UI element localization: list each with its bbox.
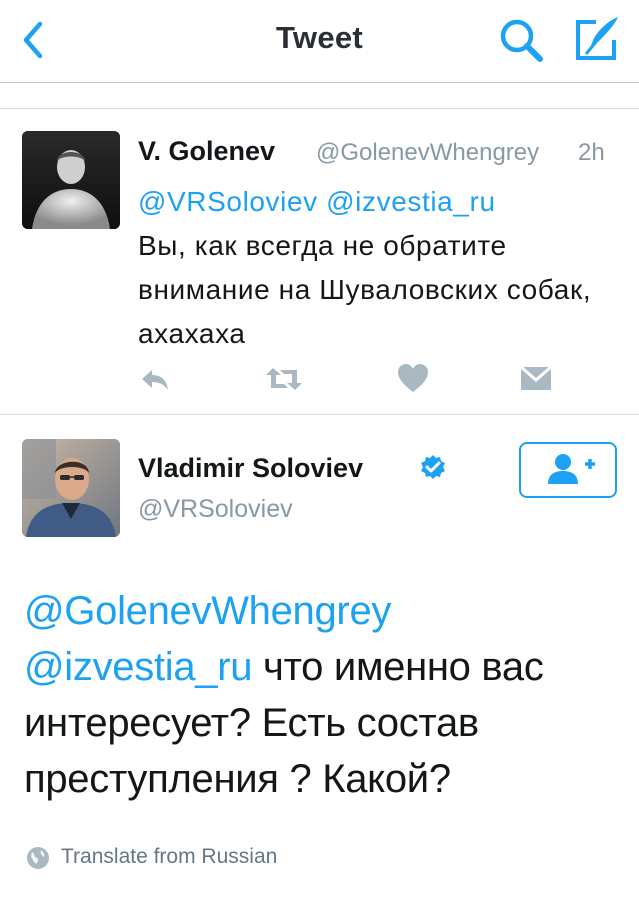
search-icon[interactable] [498,16,546,64]
mention-link[interactable]: @GolenevWhengrey [24,589,391,633]
translate-label[interactable]: Translate from Russian [61,845,277,869]
tweet-actions [0,362,639,402]
avatar[interactable] [22,131,120,229]
main-tweet: Vladimir Soloviev @VRSoloviev @GolenevWh… [0,415,639,913]
globe-icon [27,847,49,869]
navigation-bar: Tweet [0,0,639,83]
author-name[interactable]: Vladimir Soloviev [138,453,363,484]
conversation-divider [0,82,639,109]
heart-icon[interactable] [397,362,429,396]
mention-link[interactable]: @izvestia_ru [24,645,253,689]
follow-button[interactable] [519,442,617,498]
mention-link[interactable]: @izvestia_ru [326,186,495,217]
avatar[interactable] [22,439,120,537]
author-handle[interactable]: @GolenevWhengrey [316,139,556,167]
reply-icon[interactable] [138,362,172,396]
tweet-text: @GolenevWhengrey @izvestia_ru что именно… [24,583,624,807]
direct-message-icon[interactable] [519,362,553,396]
verified-badge-icon [419,454,447,482]
author-handle[interactable]: @VRSoloviev [138,495,293,524]
retweet-icon[interactable] [264,362,304,396]
tweet-time: 2h [578,139,605,166]
mention-link[interactable]: @VRSoloviev [138,186,318,217]
compose-icon[interactable] [570,14,622,64]
author-name[interactable]: V. Golenev [138,136,275,167]
add-user-icon [548,454,595,484]
reply-tweet[interactable]: V. Golenev @GolenevWhengrey 2h @VRSolovi… [0,108,639,415]
tweet-body-text: Вы, как всегда не обратите внимание на Ш… [138,230,592,349]
tweet-text: @VRSoloviev @izvestia_ru Вы, как всегда … [138,180,618,356]
